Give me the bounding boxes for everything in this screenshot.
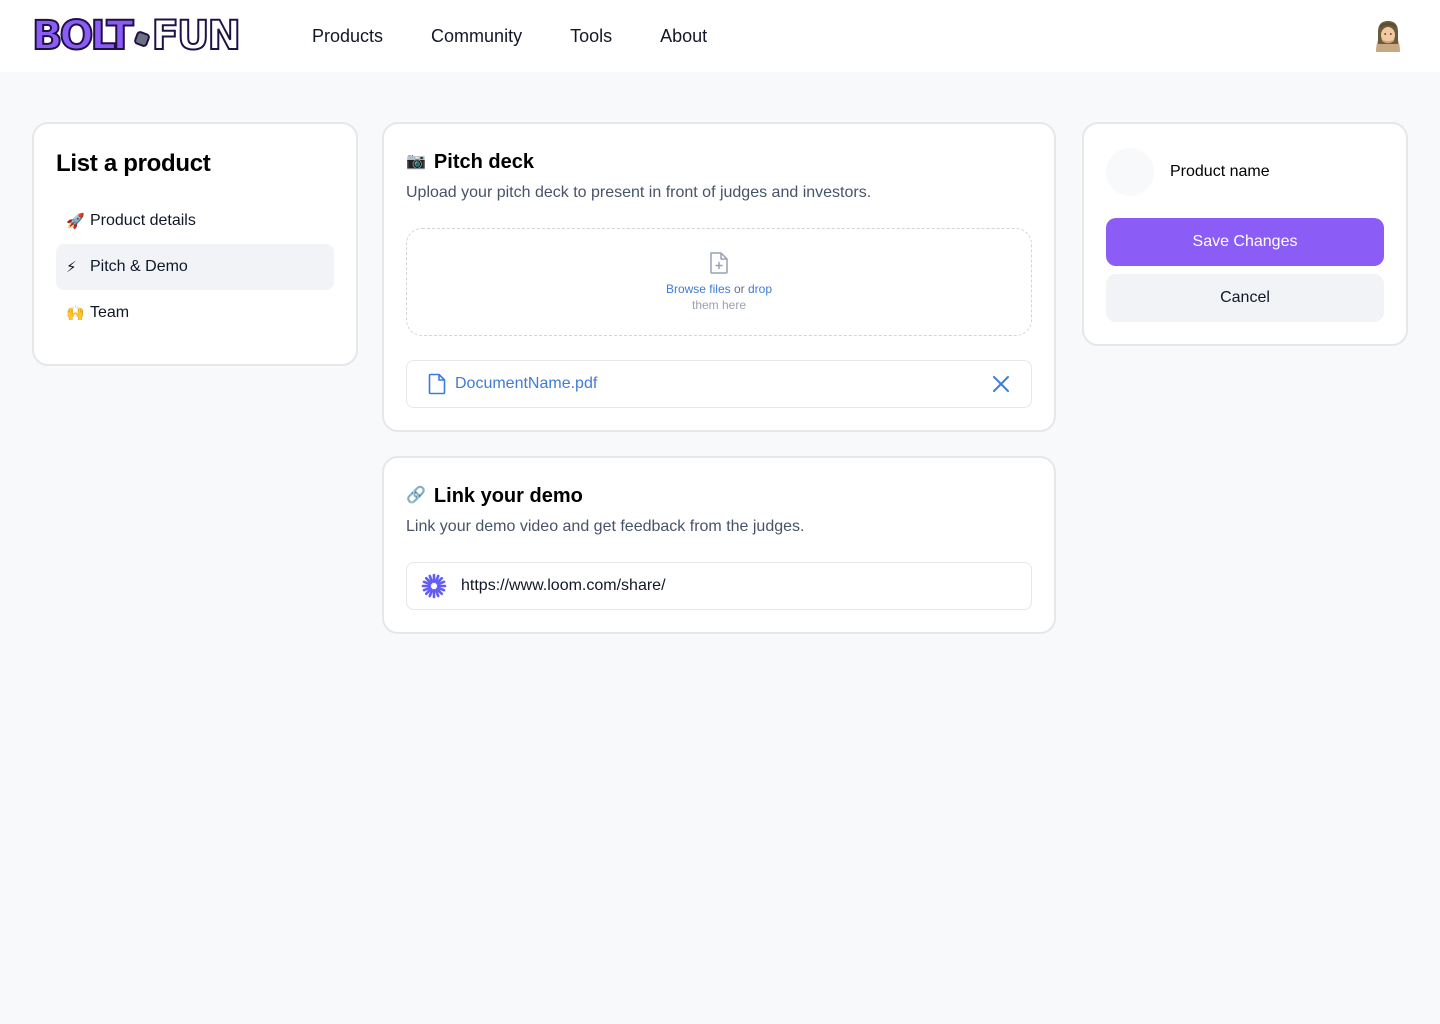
uploaded-file-name[interactable]: DocumentName.pdf [455,375,991,393]
top-navbar: BOLT FUN Products Community Tools About [0,0,1440,72]
product-thumbnail [1106,148,1154,196]
logo-dot [132,30,151,48]
demo-url-input[interactable] [461,577,1017,595]
camera-icon: 📷 [406,153,426,170]
dropzone-instructions: Browse files or drop [666,281,772,297]
browse-files-link[interactable]: Browse files [666,282,731,296]
sidebar-item-label: Product details [90,212,196,229]
sidebar-title: List a product [56,150,211,177]
nav-link-about[interactable]: About [660,24,707,48]
lightning-icon: ⚡ [66,259,77,276]
product-summary-card: Product name Save Changes Cancel [1082,122,1408,346]
list-product-nav-card: List a product 🚀 Product details ⚡ Pitch… [32,122,358,366]
sidebar-item-label: Team [90,304,130,321]
pitch-deck-description: Upload your pitch deck to present in fro… [406,184,872,201]
pitch-deck-card: 📷 Pitch deck Upload your pitch deck to p… [382,122,1056,432]
sidebar-item-pitch-demo[interactable]: ⚡ Pitch & Demo [56,244,334,290]
link-demo-heading: 🔗 Link your demo [406,482,1032,510]
link-demo-description: Link your demo video and get feedback fr… [406,518,805,535]
user-avatar-icon [1376,21,1400,52]
bolt-fun-logo[interactable]: BOLT FUN [31,12,242,60]
user-avatar[interactable] [1368,16,1408,56]
sidebar-item-label: Pitch & Demo [90,258,188,275]
product-name: Product name [1170,163,1270,180]
loom-icon [421,573,447,599]
sidebar-item-team[interactable]: 🙌 Team [56,290,334,336]
close-icon [993,376,1009,392]
pitch-deck-heading: 📷 Pitch deck [406,148,1032,176]
product-summary-row: Product name [1106,146,1384,198]
nav-link-tools[interactable]: Tools [570,24,612,48]
dropzone-hint: them here [691,298,747,312]
drop-link: drop [748,282,773,296]
sidebar-item-product-details[interactable]: 🚀 Product details [56,198,334,244]
save-changes-button[interactable]: Save Changes [1106,218,1384,266]
nav-links: Products Community Tools About [312,24,755,48]
link-demo-card: 🔗 Link your demo Link your demo video an… [382,456,1056,634]
cancel-button[interactable]: Cancel [1106,274,1384,322]
demo-url-field[interactable] [406,562,1032,610]
dropzone-or-text: or [733,282,745,296]
pitch-deck-title: Pitch deck [433,151,534,173]
file-plus-icon [710,252,728,274]
raised-hands-icon: 🙌 [66,305,85,322]
nav-link-products[interactable]: Products [312,24,383,48]
uploaded-file-row: DocumentName.pdf [406,360,1032,408]
logo-fun-text: FUN [151,13,242,59]
link-demo-title: Link your demo [433,485,583,507]
nav-link-community[interactable]: Community [431,24,522,48]
link-icon: 🔗 [406,487,426,504]
file-dropzone[interactable]: Browse files or drop them here [406,228,1032,336]
document-icon [428,373,446,395]
rocket-icon: 🚀 [66,213,85,230]
logo-bolt-text: BOLT [31,13,135,59]
remove-file-button[interactable] [991,374,1011,394]
